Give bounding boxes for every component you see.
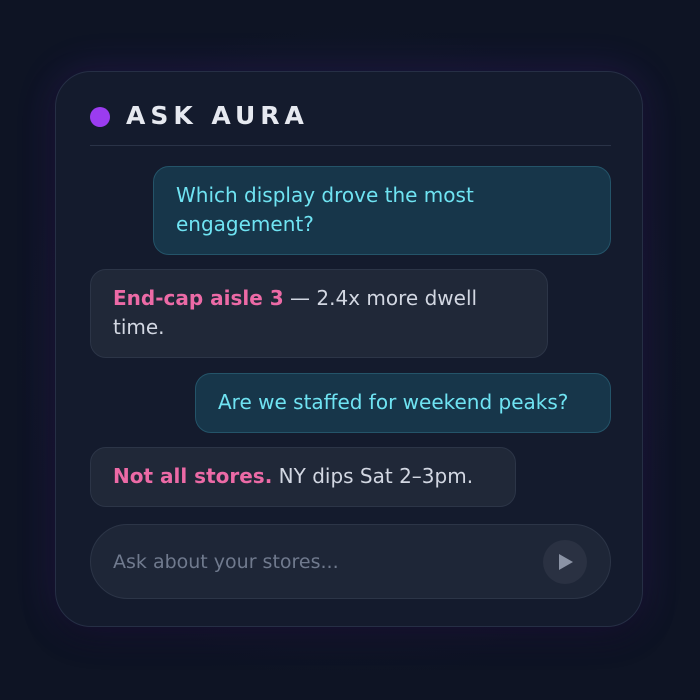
app-background: ASK AURA Which display drove the most en… (0, 0, 700, 700)
message-composer (90, 524, 611, 599)
chat-title: ASK AURA (126, 101, 309, 130)
send-button[interactable] (543, 540, 587, 584)
send-icon (559, 554, 573, 570)
message-text: Which display drove the most engagement? (176, 183, 474, 236)
message-text: Are we staffed for weekend peaks? (218, 390, 569, 414)
chat-header: ASK AURA (90, 100, 611, 146)
chat-panel: ASK AURA Which display drove the most en… (55, 71, 643, 627)
assistant-message: Not all stores. NY dips Sat 2–3pm. (90, 447, 516, 507)
user-message: Which display drove the most engagement? (153, 166, 611, 255)
user-message: Are we staffed for weekend peaks? (195, 373, 611, 433)
message-highlight: End-cap aisle 3 (113, 286, 284, 310)
message-text: NY dips Sat 2–3pm. (272, 464, 474, 488)
message-input[interactable] (113, 525, 533, 598)
assistant-message: End-cap aisle 3 — 2.4x more dwell time. (90, 269, 548, 358)
status-dot-icon (90, 107, 110, 127)
message-highlight: Not all stores. (113, 464, 273, 488)
